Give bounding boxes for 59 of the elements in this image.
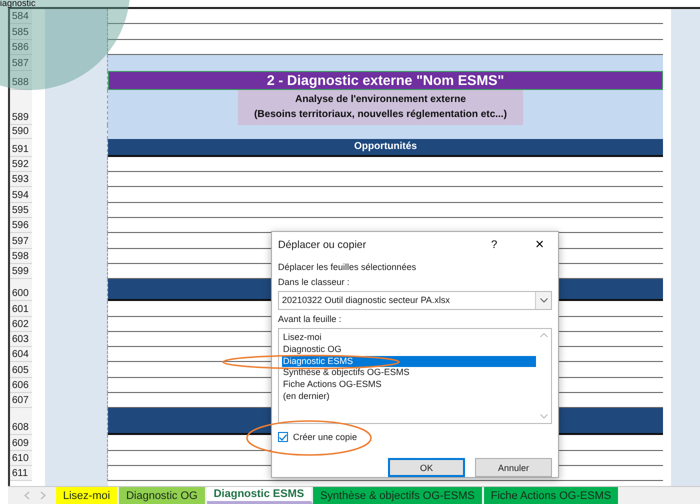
before-sheet-label: Avant la feuille :: [278, 314, 342, 326]
row-number[interactable]: 604: [10, 347, 32, 362]
row-number[interactable]: 586: [10, 40, 32, 55]
row-number[interactable]: 594: [10, 187, 32, 203]
scroll-left-icon[interactable]: [24, 491, 30, 500]
workbook-dropdown[interactable]: 20210322 Outil diagnostic secteur PA.xlsx: [278, 290, 552, 310]
row-number[interactable]: 599: [10, 264, 32, 280]
row-number[interactable]: 607: [10, 393, 32, 408]
sheet-tab[interactable]: Fiche Actions OG-ESMS: [484, 487, 620, 504]
row-number[interactable]: 596: [10, 218, 32, 234]
sheet-list-item[interactable]: Lisez-moi: [282, 332, 536, 344]
sheet-tab[interactable]: Synthèse & objectifs OG-ESMS: [313, 487, 484, 504]
checkbox-label[interactable]: Créer une copie: [293, 432, 358, 442]
row-number[interactable]: 611: [10, 466, 32, 482]
close-button[interactable]: ×: [535, 236, 544, 254]
row-number[interactable]: 598: [10, 248, 32, 264]
sheet-list-item[interactable]: Diagnostic OG: [282, 344, 536, 356]
sheet-listbox[interactable]: Lisez-moi Diagnostic OG Diagnostic ESMS Synthèse & objectifs OG-ESMS Fiche Actions OG-ESMS (en dernier): [278, 328, 552, 424]
row-number[interactable]: 602: [10, 316, 32, 332]
copy-checkbox[interactable]: [278, 432, 288, 442]
row-number[interactable]: 593: [10, 172, 32, 188]
row-number[interactable]: 605: [10, 362, 32, 378]
sheet-tab[interactable]: Diagnostic OG: [119, 487, 207, 504]
row-number[interactable]: 603: [10, 332, 32, 348]
sheet-tab[interactable]: Diagnostic ESMS: [206, 487, 314, 504]
scroll-right-icon[interactable]: [40, 491, 46, 500]
row-number[interactable]: 609: [10, 435, 32, 451]
sheet-list-item[interactable]: Diagnostic ESMS: [282, 356, 536, 368]
row-number[interactable]: 588: [10, 70, 32, 90]
help-button[interactable]: ?: [491, 238, 498, 251]
section-header: Opportunités: [108, 138, 663, 157]
instruction-text: Déplacer les feuilles sélectionnées: [278, 262, 418, 272]
subtitle-text: Analyse de l'environnement externe (Besoins territoriaux, nouvelles réglementation etc...): [238, 90, 523, 126]
cancel-button[interactable]: Annuler: [475, 458, 552, 478]
row-number[interactable]: 606: [10, 378, 32, 394]
row-number[interactable]: 589: [10, 90, 32, 125]
sheet-list-item[interactable]: (en dernier): [282, 390, 536, 402]
row-number[interactable]: 591: [10, 138, 32, 157]
workbook-label: Dans le classeur :: [278, 276, 351, 288]
chevron-down-icon[interactable]: [540, 298, 548, 303]
section-title: 2 - Diagnostic externe "Nom ESMS": [108, 70, 663, 90]
row-number[interactable]: 590: [10, 124, 32, 139]
dialog-title: Déplacer ou copier: [278, 238, 368, 251]
row-number[interactable]: 584: [10, 9, 32, 24]
row-number[interactable]: 597: [10, 233, 32, 249]
sheet-list-item[interactable]: Synthèse & objectifs OG-ESMS: [282, 367, 536, 379]
row-number[interactable]: 600: [10, 279, 32, 302]
ok-button[interactable]: OK: [388, 458, 465, 478]
row-number[interactable]: 585: [10, 24, 32, 40]
row-number[interactable]: 608: [10, 408, 32, 436]
row-number[interactable]: 587: [10, 54, 32, 71]
row-number[interactable]: 592: [10, 156, 32, 172]
row-number[interactable]: 595: [10, 202, 32, 218]
scroll-down-icon[interactable]: [540, 414, 548, 420]
row-number[interactable]: 601: [10, 301, 32, 317]
scroll-up-icon[interactable]: [540, 333, 548, 338]
row-number[interactable]: 610: [10, 450, 32, 466]
sheet-tab[interactable]: Lisez-moi: [56, 487, 120, 504]
sheet-list-item[interactable]: Fiche Actions OG-ESMS: [282, 378, 536, 391]
